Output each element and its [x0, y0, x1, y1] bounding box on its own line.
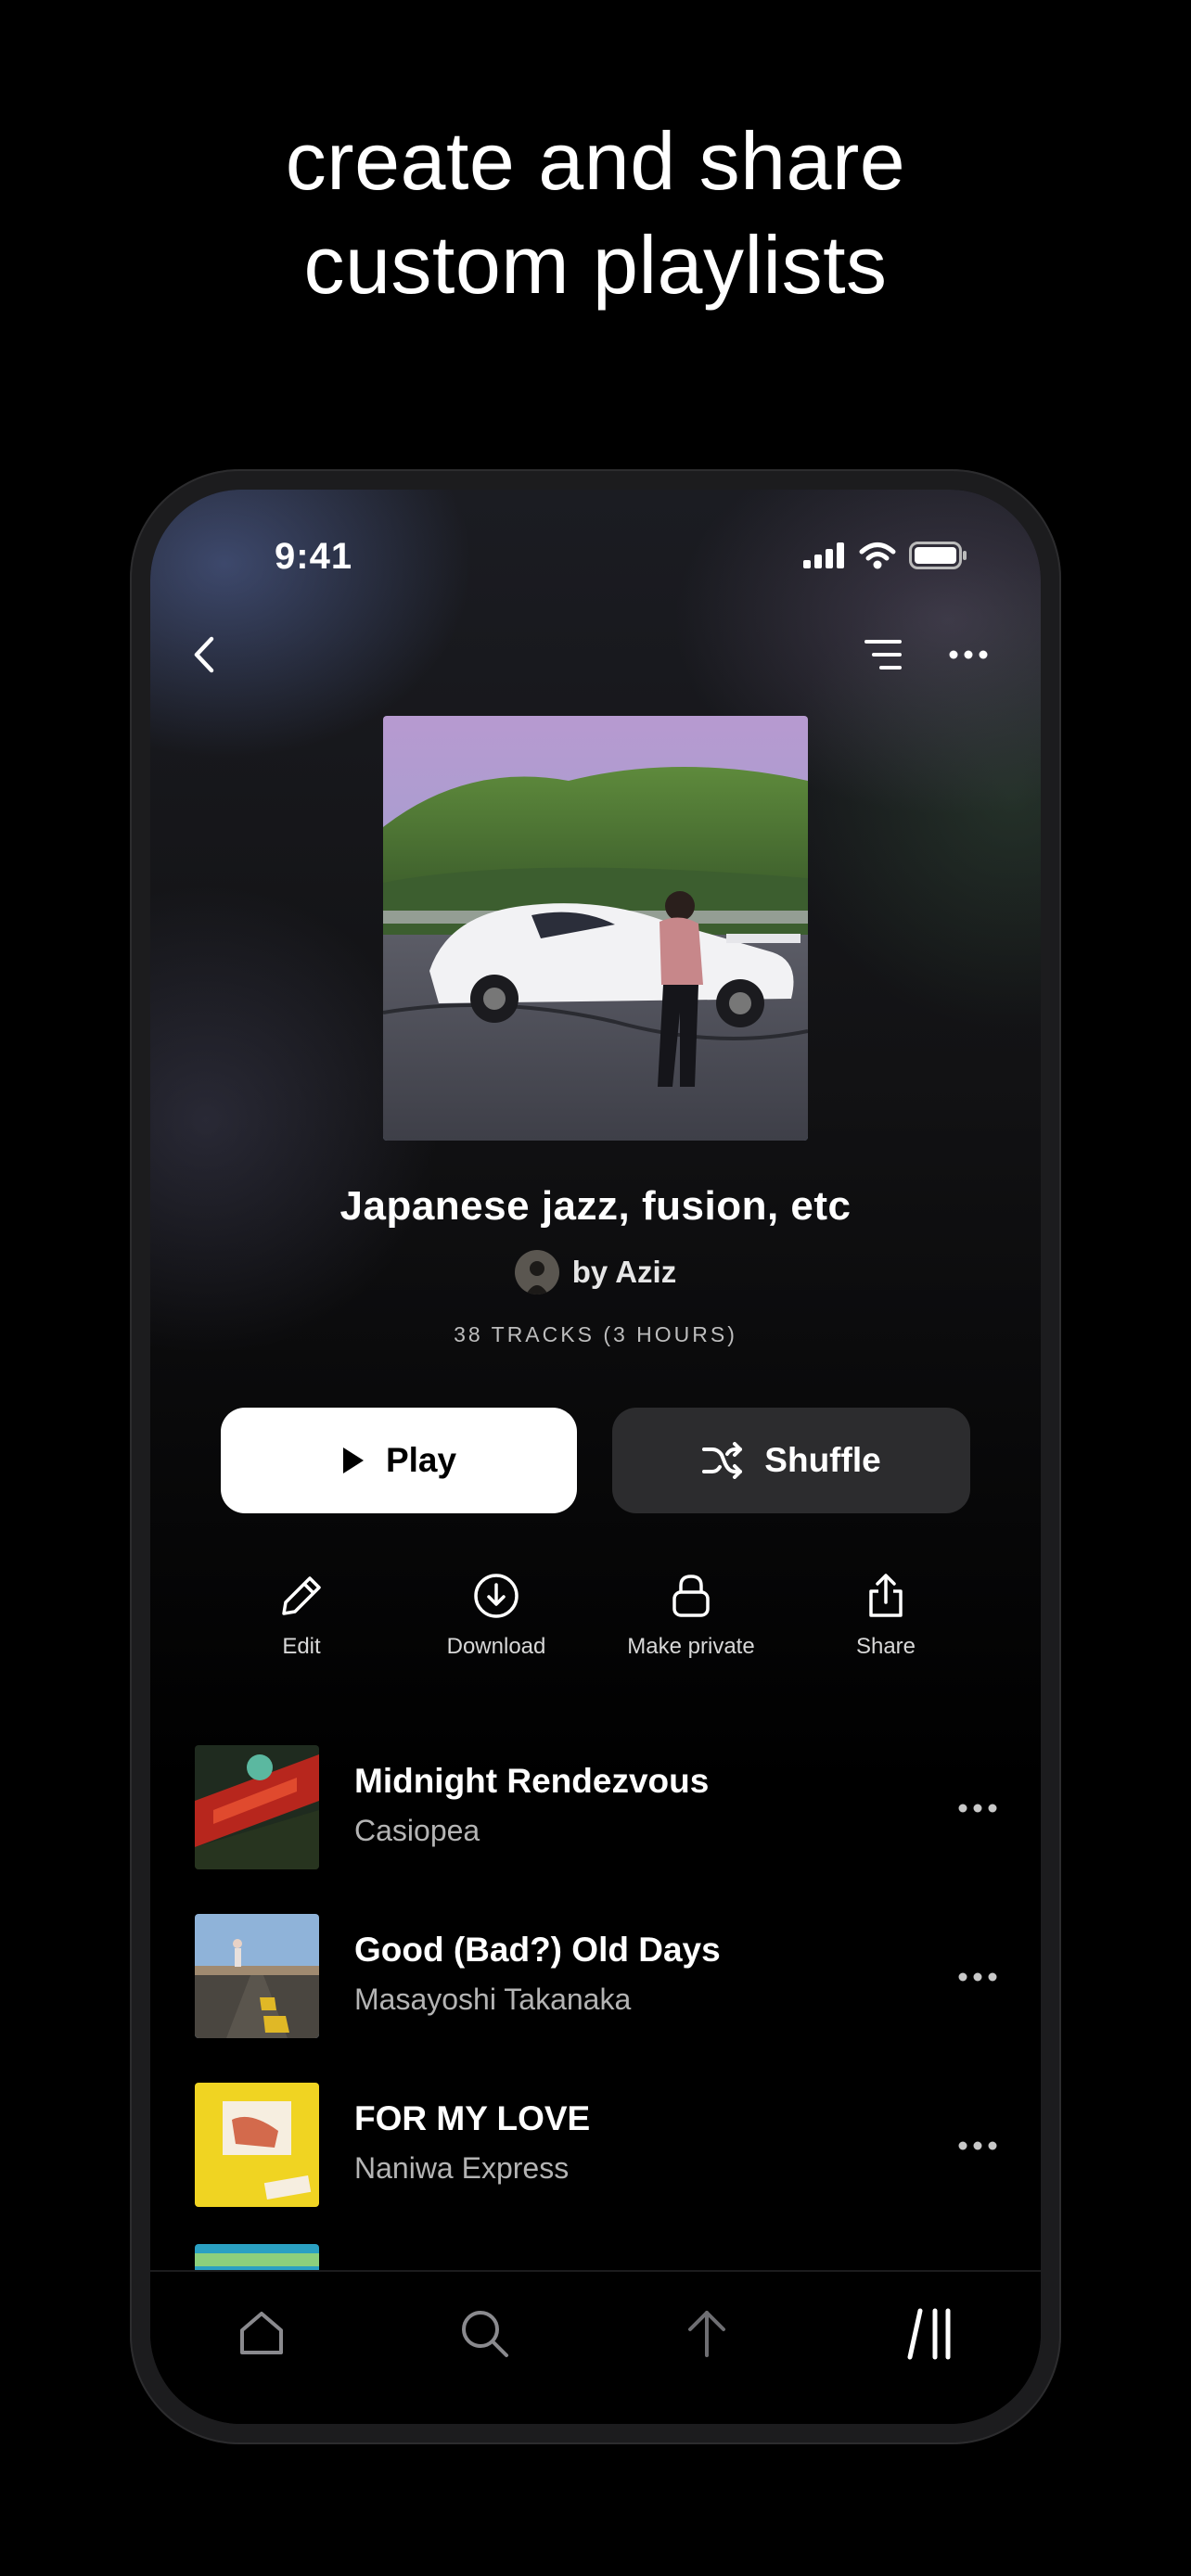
- owner-name[interactable]: by Aziz: [572, 1255, 676, 1290]
- more-horizontal-icon: [958, 1972, 997, 1982]
- track-title: Good (Bad?) Old Days: [354, 1931, 721, 1969]
- more-horizontal-icon: [958, 2141, 997, 2150]
- track-row[interactable]: FOR MY LOVE Naniwa Express: [195, 2083, 1011, 2209]
- shuffle-button[interactable]: Shuffle: [612, 1408, 970, 1513]
- promo-line-2: custom playlists: [303, 219, 888, 311]
- home-icon: [240, 2312, 283, 2354]
- pencil-icon: [282, 1576, 321, 1615]
- promo-line-1: create and share: [285, 115, 906, 207]
- play-icon: [342, 1447, 364, 1473]
- track-title: FOR MY LOVE: [354, 2099, 591, 2137]
- track-row[interactable]: Midnight Rendezvous Casiopea: [195, 1745, 1011, 1871]
- phone-screen: 9:41 Japanese jazz, fusion, etc by Aziz …: [150, 490, 1041, 2424]
- playlist-cover: [383, 716, 808, 1141]
- battery-icon: [909, 542, 967, 569]
- owner-avatar[interactable]: [514, 1250, 559, 1294]
- more-horizontal-icon: [949, 650, 988, 659]
- tab-bar: [150, 2270, 1041, 2424]
- download-label: Download: [446, 1634, 546, 1659]
- library-icon: [907, 2308, 951, 2360]
- track-more-button[interactable]: [944, 1782, 1011, 1834]
- tab-upload[interactable]: [670, 2296, 744, 2370]
- shuffle-button-label: Shuffle: [764, 1441, 881, 1479]
- playlist-title: Japanese jazz, fusion, etc: [339, 1183, 852, 1229]
- tab-search[interactable]: [447, 2296, 521, 2370]
- edit-action[interactable]: Edit: [204, 1567, 399, 1660]
- make-private-action[interactable]: Make private: [594, 1567, 788, 1660]
- search-icon: [462, 2311, 508, 2357]
- status-icons: [803, 542, 968, 569]
- back-button[interactable]: [180, 629, 226, 681]
- track-artwork: [195, 1745, 319, 1869]
- download-action[interactable]: Download: [399, 1567, 594, 1660]
- promo-headline: create and share custom playlists: [0, 109, 1191, 317]
- track-artwork: [195, 1914, 319, 2038]
- track-more-button[interactable]: [944, 1951, 1011, 2003]
- sort-icon: [864, 640, 902, 670]
- track-artist: Masayoshi Takanaka: [354, 1983, 632, 2016]
- shuffle-icon: [702, 1442, 743, 1479]
- tab-home[interactable]: [224, 2296, 299, 2370]
- tab-library[interactable]: [892, 2296, 967, 2370]
- playlist-owner[interactable]: by Aziz: [150, 1250, 1041, 1294]
- edit-label: Edit: [282, 1634, 321, 1659]
- play-button[interactable]: Play: [221, 1408, 577, 1513]
- sort-button[interactable]: [857, 631, 909, 679]
- download-icon: [474, 1574, 519, 1618]
- make-private-label: Make private: [627, 1634, 755, 1659]
- lock-icon: [672, 1575, 710, 1617]
- play-button-label: Play: [385, 1441, 457, 1479]
- track-artist: Casiopea: [354, 1814, 480, 1847]
- share-icon: [869, 1574, 903, 1617]
- wifi-icon: [859, 542, 896, 569]
- track-more-button[interactable]: [944, 2120, 1011, 2172]
- more-horizontal-icon: [958, 1804, 997, 1813]
- share-action[interactable]: Share: [788, 1567, 983, 1660]
- upload-icon: [688, 2311, 725, 2357]
- track-artwork: [195, 2083, 319, 2207]
- playlist-meta: 38 TRACKS (3 HOURS): [454, 1322, 737, 1346]
- status-time: 9:41: [275, 536, 353, 577]
- cellular-signal-icon: [803, 542, 844, 568]
- track-title: Midnight Rendezvous: [354, 1762, 710, 1800]
- chevron-left-icon: [194, 636, 214, 673]
- share-label: Share: [855, 1634, 916, 1659]
- action-row: Edit Download Make private Share: [150, 1567, 1041, 1669]
- track-row[interactable]: Good (Bad?) Old Days Masayoshi Takanaka: [195, 1914, 1011, 2040]
- more-options-button[interactable]: [941, 631, 996, 679]
- track-artist: Naniwa Express: [354, 2151, 570, 2185]
